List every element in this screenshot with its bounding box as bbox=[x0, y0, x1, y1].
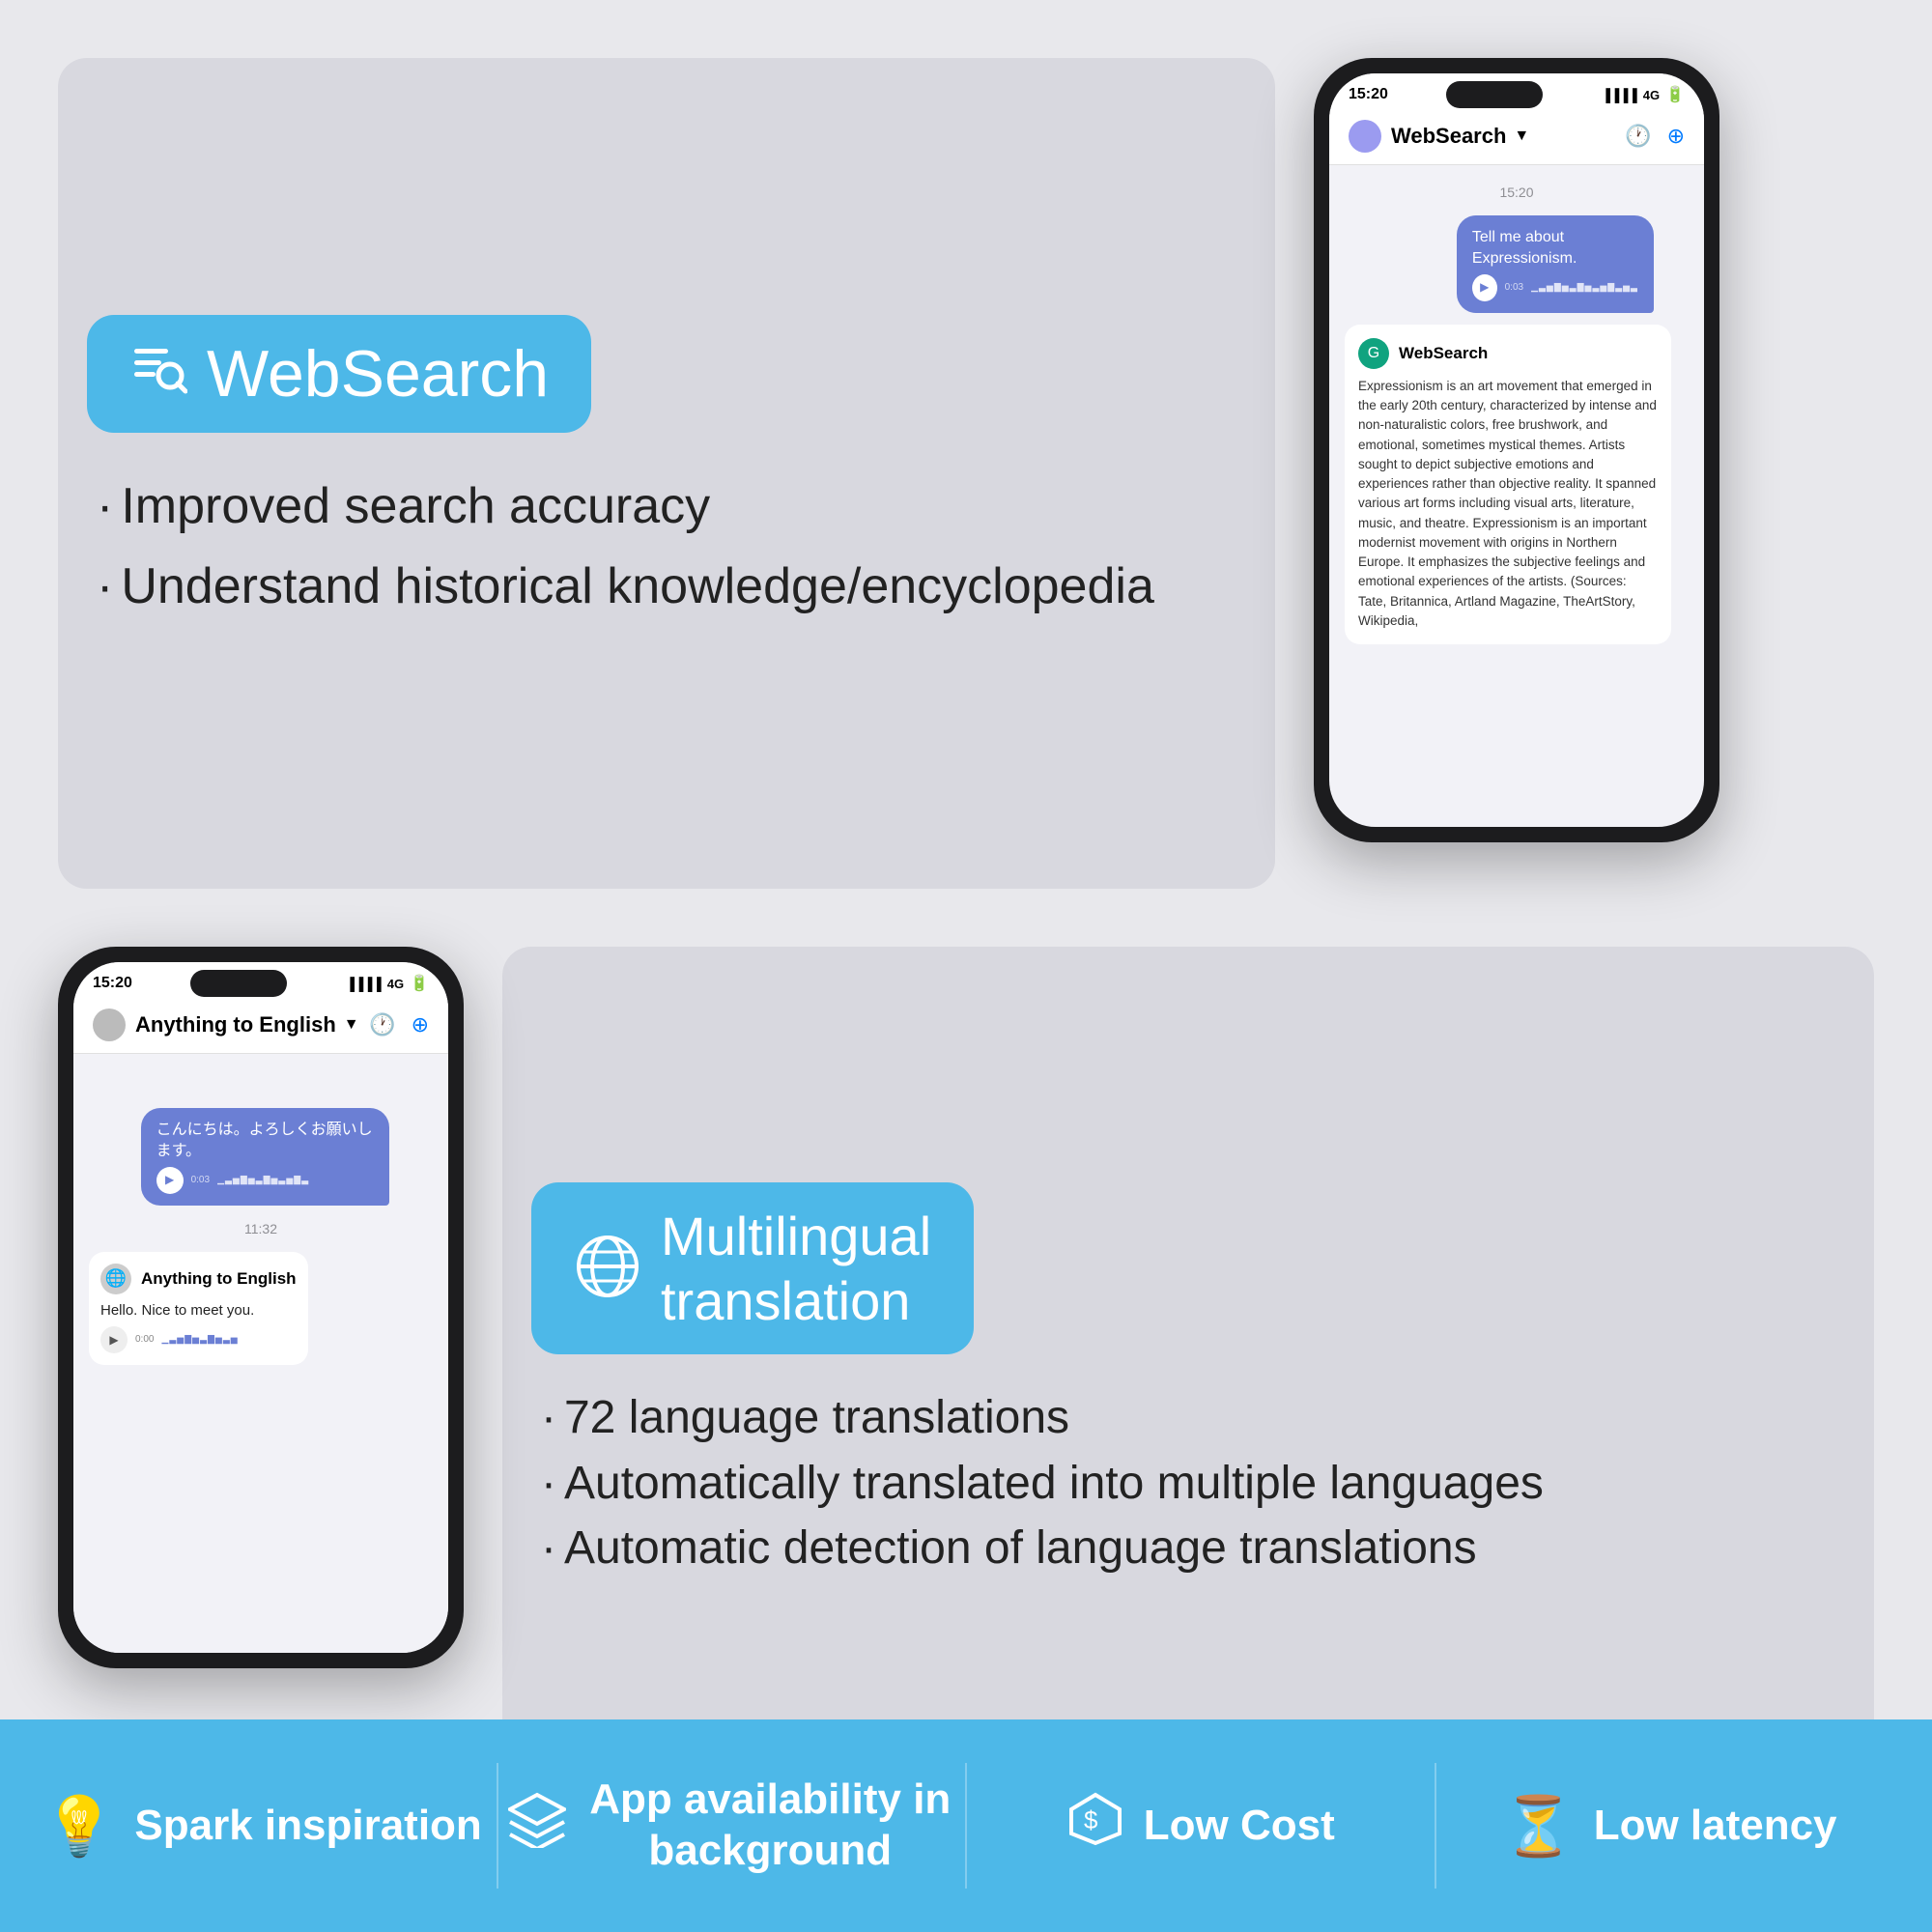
user-bubble-1: Tell me about Expressionism. ▶ 0:03 ▁▃▅▇… bbox=[1457, 215, 1654, 313]
chat-header-1: WebSearch ▼ 🕐 ⊕ bbox=[1329, 108, 1704, 165]
footer-item-spark: 💡 Spark inspiration bbox=[29, 1773, 497, 1880]
en-bot-name: Anything to English bbox=[141, 1269, 297, 1289]
ws-icon-1: G bbox=[1358, 338, 1389, 369]
trans-feature-1: 72 language translations bbox=[531, 1385, 1845, 1450]
phone2-signal: ▐▐▐▐ bbox=[346, 977, 382, 991]
footer-spark-inner: 💡 Spark inspiration bbox=[43, 1792, 482, 1861]
websearch-response-1: G WebSearch Expressionism is an art move… bbox=[1345, 325, 1671, 644]
chat-icons-2: 🕐 ⊕ bbox=[369, 1012, 429, 1037]
cost-label: Low Cost bbox=[1144, 1801, 1335, 1852]
phone2-time: 15:20 bbox=[93, 975, 132, 992]
add-icon: ⊕ bbox=[1667, 124, 1685, 149]
waveform-en: ▁▃▅▇▅▃▇▅▃▅ bbox=[161, 1334, 238, 1345]
chat-body-1: 15:20 Tell me about Expressionism. ▶ 0:0… bbox=[1329, 165, 1704, 822]
clock-icon-2: 🕐 bbox=[369, 1012, 395, 1037]
chat-avatar-1 bbox=[1349, 120, 1381, 153]
en-response-text: Hello. Nice to meet you. bbox=[100, 1302, 297, 1319]
spark-label: Spark inspiration bbox=[134, 1801, 481, 1852]
phone-screen-2: 15:20 ▐▐▐▐ 4G 🔋 Anything to English ▼ bbox=[73, 962, 448, 1653]
app-label: App availability in background bbox=[585, 1775, 956, 1877]
footer-item-cost: $ Low Cost bbox=[967, 1771, 1435, 1881]
websearch-section: WebSearch Improved search accuracy Under… bbox=[58, 58, 1275, 889]
footer-item-app: App availability in background bbox=[498, 1755, 966, 1896]
audio-bar-1: ▶ 0:03 ▁▃▅▇▅▃▇▅▃▅▇▃▅▃ bbox=[1472, 274, 1638, 301]
search-icon bbox=[129, 339, 187, 410]
en-response-header: 🌐 Anything to English bbox=[100, 1264, 297, 1294]
websearch-features: Improved search accuracy Understand hist… bbox=[87, 471, 1246, 632]
en-avatar: 🌐 bbox=[100, 1264, 131, 1294]
phone1-battery: 🔋 bbox=[1665, 85, 1685, 104]
play-btn-en[interactable]: ▶ bbox=[100, 1326, 128, 1353]
play-btn-jp[interactable]: ▶ bbox=[156, 1167, 184, 1194]
audio-time-jp: 0:03 bbox=[191, 1174, 210, 1187]
chat-icons-1: 🕐 ⊕ bbox=[1625, 124, 1685, 149]
cost-icon: $ bbox=[1066, 1790, 1124, 1861]
layers-icon bbox=[508, 1790, 566, 1861]
phone1-signal: ▐▐▐▐ bbox=[1602, 88, 1637, 102]
user-message-1: Tell me about Expressionism. ▶ 0:03 ▁▃▅▇… bbox=[1457, 215, 1689, 313]
phone2-battery: 🔋 bbox=[410, 974, 429, 993]
phone-screen-1: 15:20 ▐▐▐▐ 4G 🔋 WebSearch ▼ bbox=[1329, 73, 1704, 827]
jp-message: こんにちは。よろしくお願いします。 ▶ 0:03 ▁▃▅▇▅▃▇▅▃▅▇▃ bbox=[141, 1108, 433, 1206]
add-icon-2: ⊕ bbox=[412, 1012, 429, 1037]
trans-feature-3: Automatic detection of language translat… bbox=[531, 1516, 1845, 1580]
websearch-badge: WebSearch bbox=[87, 315, 591, 433]
translation-features: 72 language translations Automatically t… bbox=[531, 1385, 1845, 1580]
chat-title-2: Anything to English ▼ bbox=[135, 1012, 359, 1037]
clock-icon: 🕐 bbox=[1625, 124, 1651, 149]
ws-header-1: G WebSearch bbox=[1358, 338, 1658, 369]
footer-app-inner: App availability in background bbox=[508, 1775, 956, 1877]
phone-mockup-1: 15:20 ▐▐▐▐ 4G 🔋 WebSearch ▼ bbox=[1314, 58, 1719, 842]
translation-section: Multilingual translation 72 language tra… bbox=[502, 947, 1874, 1816]
trans-feature-2: Automatically translated into multiple l… bbox=[531, 1451, 1845, 1516]
footer-cost-inner: $ Low Cost bbox=[1066, 1790, 1335, 1861]
msg-time-2: 11:32 bbox=[89, 1221, 433, 1236]
spark-icon: 💡 bbox=[43, 1792, 116, 1861]
waveform-jp: ▁▃▅▇▅▃▇▅▃▅▇▃ bbox=[217, 1174, 309, 1186]
phone-mockup-2: 15:20 ▐▐▐▐ 4G 🔋 Anything to English ▼ bbox=[58, 947, 464, 1668]
feature-knowledge: Understand historical knowledge/encyclop… bbox=[97, 552, 1246, 622]
en-response: 🌐 Anything to English Hello. Nice to mee… bbox=[89, 1252, 308, 1365]
latency-label: Low latency bbox=[1594, 1801, 1837, 1852]
chat-body-2: こんにちは。よろしくお願いします。 ▶ 0:03 ▁▃▅▇▅▃▇▅▃▅▇▃ 11… bbox=[73, 1054, 448, 1653]
svg-text:$: $ bbox=[1084, 1805, 1098, 1834]
phone1-network: 4G bbox=[1643, 88, 1660, 102]
audio-time-1: 0:03 bbox=[1505, 281, 1523, 295]
play-button-1[interactable]: ▶ bbox=[1472, 274, 1497, 301]
audio-bar-en: ▶ 0:00 ▁▃▅▇▅▃▇▅▃▅ bbox=[100, 1326, 297, 1353]
globe-icon bbox=[574, 1233, 641, 1305]
feature-search-accuracy: Improved search accuracy bbox=[97, 471, 1246, 542]
chat-header-2: Anything to English ▼ 🕐 ⊕ bbox=[73, 997, 448, 1054]
translation-phone-section: 15:20 ▐▐▐▐ 4G 🔋 Anything to English ▼ bbox=[58, 947, 464, 1816]
translation-badge: Multilingual translation bbox=[531, 1182, 974, 1354]
phone2-network: 4G bbox=[387, 977, 404, 991]
footer: 💡 Spark inspiration App availability in … bbox=[0, 1719, 1932, 1932]
websearch-label: WebSearch bbox=[207, 336, 549, 412]
ws-text-1: Expressionism is an art movement that em… bbox=[1358, 377, 1658, 631]
ws-name-1: WebSearch bbox=[1399, 344, 1488, 363]
msg-time-1: 15:20 bbox=[1345, 185, 1689, 200]
hourglass-icon: ⏳ bbox=[1502, 1792, 1575, 1861]
phone1-time: 15:20 bbox=[1349, 86, 1388, 103]
audio-bar-jp: ▶ 0:03 ▁▃▅▇▅▃▇▅▃▅▇▃ bbox=[156, 1167, 374, 1194]
audio-time-en: 0:00 bbox=[135, 1334, 154, 1345]
footer-item-latency: ⏳ Low latency bbox=[1436, 1773, 1904, 1880]
waveform-1: ▁▃▅▇▅▃▇▅▃▅▇▃▅▃ bbox=[1531, 281, 1638, 294]
chat-avatar-2 bbox=[93, 1009, 126, 1041]
chat-title-1: WebSearch ▼ bbox=[1391, 124, 1529, 149]
translation-badge-text: Multilingual translation bbox=[661, 1204, 931, 1333]
footer-latency-inner: ⏳ Low latency bbox=[1502, 1792, 1837, 1861]
websearch-phone-section: 15:20 ▐▐▐▐ 4G 🔋 WebSearch ▼ bbox=[1314, 58, 1874, 889]
jp-bubble: こんにちは。よろしくお願いします。 ▶ 0:03 ▁▃▅▇▅▃▇▅▃▅▇▃ bbox=[141, 1108, 389, 1206]
